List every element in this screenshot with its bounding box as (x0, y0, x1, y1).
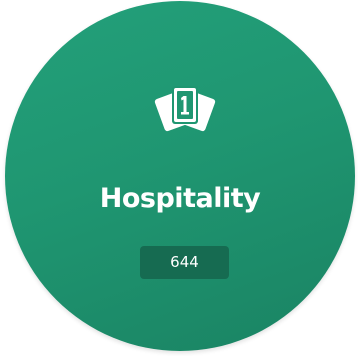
category-tile-hospitality[interactable]: Hospitality 644 (5, 1, 355, 351)
category-title: Hospitality (99, 183, 261, 214)
count-badge: 644 (140, 246, 229, 279)
playing-cards-icon (150, 82, 220, 138)
